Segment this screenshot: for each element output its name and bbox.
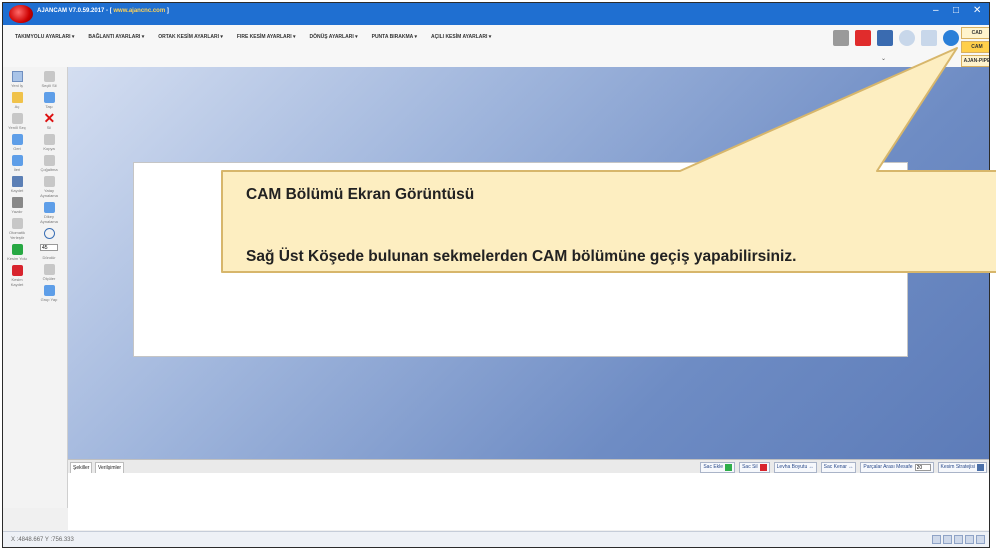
measure-button[interactable]: Ölçüler — [37, 264, 61, 281]
undo-button[interactable]: Geri — [5, 134, 29, 151]
auto-nest-icon — [11, 218, 23, 229]
menu-scrap-cut-settings[interactable]: FIRE KESİM AYARLARI ▾ — [237, 34, 296, 40]
mode-tabs: CAD CAM AJAN-PIPE — [961, 27, 989, 69]
menu-lead-settings[interactable]: BAĞLANTI AYARLARI ▾ — [88, 34, 144, 40]
open-folder-icon — [11, 92, 23, 103]
menu-bar: TAKIMYOLU AYARLARI ▾ BAĞLANTI AYARLARI ▾… — [3, 25, 989, 68]
sheet-size-button[interactable]: Levha Boyutu ↔ — [773, 462, 817, 473]
zoom-controls — [932, 535, 985, 544]
save-icon — [11, 176, 23, 187]
menu-common-cut-settings[interactable]: ORTAK KESİM AYARLARI ▾ — [158, 34, 223, 40]
delete-icon: ✕ — [43, 110, 56, 126]
print-button[interactable]: Yazdır — [5, 197, 29, 214]
cut-strategy-button[interactable]: Kesim Stratejisi — [937, 462, 987, 473]
move-button[interactable]: Taşı — [37, 92, 61, 109]
settings-menu: TAKIMYOLU AYARLARI ▾ BAĞLANTI AYARLARI ▾… — [15, 34, 491, 40]
redo-icon — [11, 155, 23, 166]
zoom-in-icon[interactable] — [943, 535, 952, 544]
mirror-vertical-icon — [43, 202, 55, 213]
new-job-button[interactable]: Yeni İş — [5, 71, 29, 88]
window-title-prefix: AJANCAM V7.0.59.2017 - [ — [37, 8, 114, 14]
new-document-icon — [11, 71, 23, 82]
zoom-window-icon[interactable] — [965, 535, 974, 544]
strategy-icon — [977, 464, 984, 471]
select-button[interactable]: Yeniİl Seç — [5, 113, 29, 130]
delete-button[interactable]: ✕ Sil — [37, 110, 61, 130]
cut-path-button[interactable]: Kesim Yolu — [5, 244, 29, 261]
rotate-angle-input[interactable] — [40, 244, 58, 251]
database-icon[interactable] — [921, 30, 937, 46]
lower-pane — [68, 473, 989, 530]
gear-icon[interactable] — [899, 30, 915, 46]
calculator-icon[interactable] — [833, 30, 849, 46]
callout-description: Sağ Üst Köşede bulunan sekmelerden CAM b… — [246, 248, 797, 265]
auto-nest-button[interactable]: Otomatik Yerleştir — [5, 218, 29, 240]
zoom-fit-icon[interactable] — [932, 535, 941, 544]
plus-icon — [725, 464, 733, 471]
status-bar: X :4848.667 Y :756.333 — [3, 531, 989, 547]
close-button[interactable]: ✕ — [973, 5, 981, 16]
sheet-edge-button[interactable]: Sac Kenar ↔ — [820, 462, 857, 473]
menu-toolpath-settings[interactable]: TAKIMYOLU AYARLARI ▾ — [15, 34, 74, 40]
menu-tab-settings[interactable]: PUNTA BIRAKMA ▾ — [372, 34, 417, 40]
ribbon-tools — [833, 30, 959, 46]
zoom-all-icon[interactable] — [976, 535, 985, 544]
select-icon — [11, 113, 23, 124]
rotate-icon — [43, 228, 55, 239]
select-delete-button[interactable]: Seçili Sil — [37, 71, 61, 88]
mirror-vertical-button[interactable]: Dikey Aynalama — [37, 202, 61, 224]
measure-icon — [43, 264, 55, 275]
left-toolbar-column-2: Seçili Sil Taşı ✕ Sil Kopya Çoğaltma Yata… — [37, 67, 61, 302]
cut-save-icon — [11, 265, 23, 276]
array-button[interactable]: Çoğaltma — [37, 155, 61, 172]
menu-rotation-settings[interactable]: DÖNÜŞ AYARLARI ▾ — [310, 34, 358, 40]
print-icon — [11, 197, 23, 208]
move-icon — [43, 92, 55, 103]
part-spacing-control: Parçalar Arası Mesafe — [860, 462, 934, 473]
group-icon — [43, 285, 55, 296]
copy-button[interactable]: Kopya — [37, 134, 61, 151]
callout-heading: CAM Bölümü Ekran Görüntüsü — [246, 186, 475, 203]
chevron-down-icon[interactable]: ⌄ — [881, 55, 886, 62]
delete-sheet-button[interactable]: Sac Sil — [739, 462, 770, 473]
cut-save-button[interactable]: Kesim Kaydet — [5, 265, 29, 287]
title-bar: AJANCAM V7.0.59.2017 - [ www.ajancnc.com… — [3, 3, 989, 25]
array-icon — [43, 155, 55, 166]
cursor-coordinates: X :4848.667 Y :756.333 — [11, 537, 74, 543]
cut-path-icon — [11, 244, 23, 255]
open-button[interactable]: Aç — [5, 92, 29, 109]
maximize-button[interactable]: □ — [953, 5, 959, 16]
zoom-out-icon[interactable] — [954, 535, 963, 544]
undo-icon — [11, 134, 23, 145]
window-title-suffix: ] — [165, 8, 169, 14]
left-toolbar: Yeni İş Aç Yeniİl Seç Geri İleri Kaydet … — [3, 67, 68, 508]
menu-bevel-cut-settings[interactable]: AÇILI KESİM AYARLARI ▾ — [431, 34, 491, 40]
redo-button[interactable]: İleri — [5, 155, 29, 172]
website-link[interactable]: www.ajancnc.com — [113, 8, 165, 14]
bottom-tab-bar: Şekiller Verilşimler Sac Ekle Sac Sil Le… — [68, 459, 989, 474]
select-delete-icon — [43, 71, 55, 82]
group-button[interactable]: Grup Yap — [37, 285, 61, 302]
left-toolbar-column-1: Yeni İş Aç Yeniİl Seç Geri İleri Kaydet … — [5, 67, 29, 287]
rotate-label-wrap: Döndür — [42, 255, 56, 260]
machine-icon[interactable] — [877, 30, 893, 46]
tab-cam[interactable]: CAM — [961, 41, 989, 53]
report-icon[interactable] — [855, 30, 871, 46]
window-title: AJANCAM V7.0.59.2017 - [ www.ajancnc.com… — [37, 8, 169, 14]
mirror-horizontal-button[interactable]: Yatay Aynalama — [37, 176, 61, 198]
rotate-button[interactable] — [37, 228, 61, 240]
copy-icon — [43, 134, 55, 145]
part-spacing-input[interactable] — [914, 464, 931, 471]
help-icon[interactable] — [943, 30, 959, 46]
sheet-controls: Sac Ekle Sac Sil Levha Boyutu ↔ Sac Kena… — [700, 462, 987, 473]
tab-ajan-pipe[interactable]: AJAN-PIPE — [961, 55, 989, 67]
mirror-horizontal-icon — [43, 176, 55, 187]
save-button[interactable]: Kaydet — [5, 176, 29, 193]
app-logo — [9, 5, 33, 23]
minimize-button[interactable]: – — [933, 5, 939, 16]
tab-cad[interactable]: CAD — [961, 27, 989, 39]
minus-icon — [759, 464, 767, 471]
add-sheet-button[interactable]: Sac Ekle — [700, 462, 736, 473]
